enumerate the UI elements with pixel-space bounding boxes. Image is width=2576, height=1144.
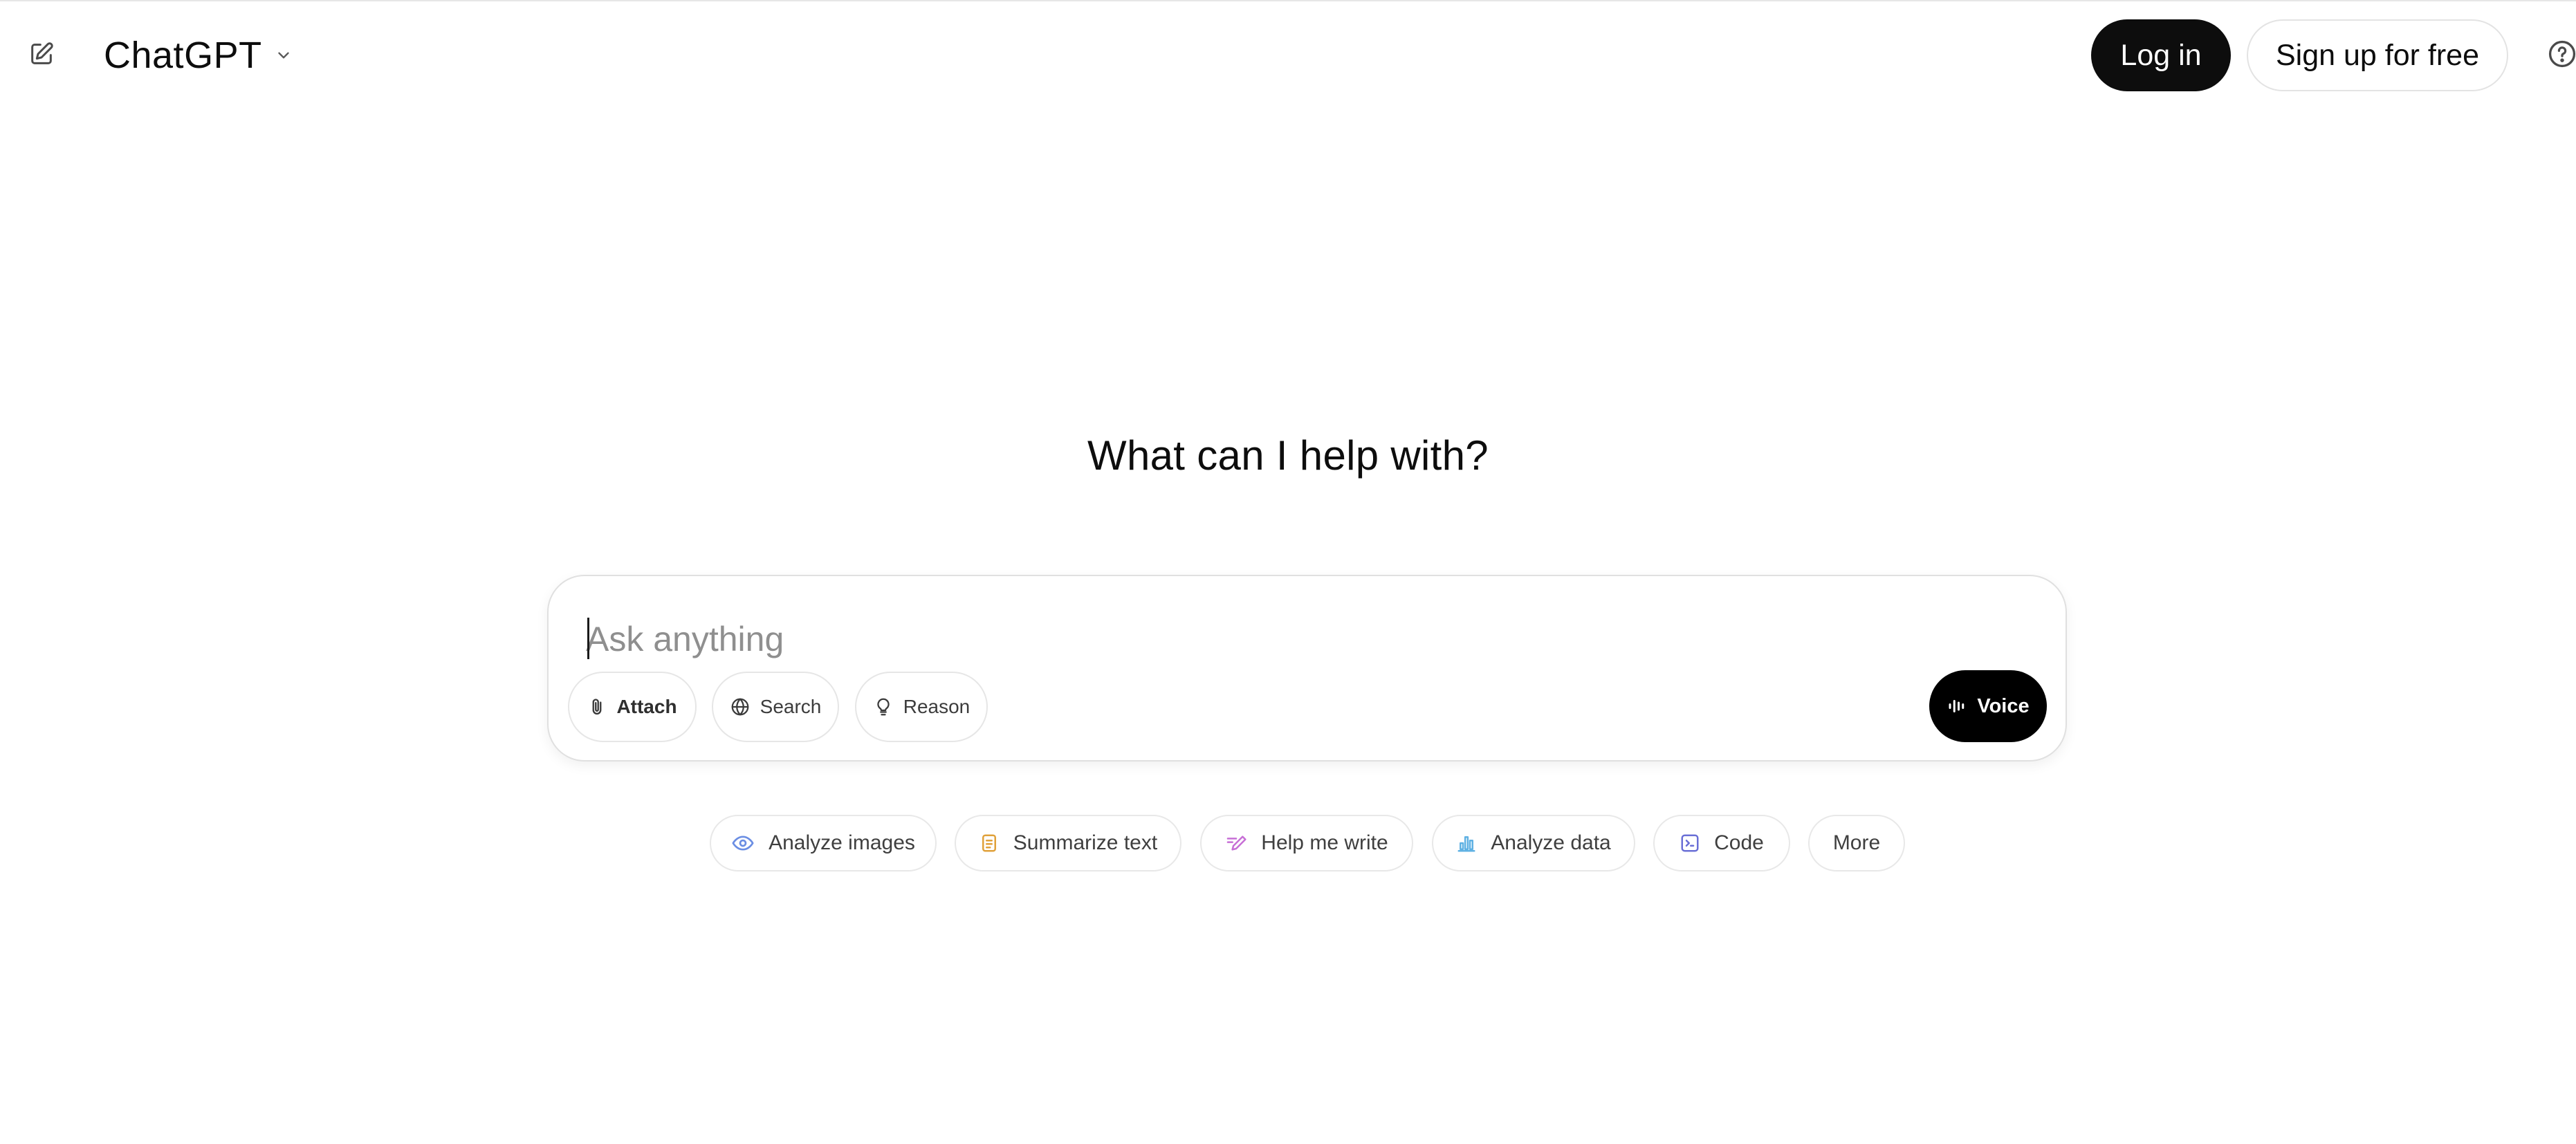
voice-button[interactable]: Voice xyxy=(1929,670,2047,742)
suggestion-analyze-data[interactable]: Analyze data xyxy=(1432,815,1635,871)
page-title: What can I help with? xyxy=(1087,432,1489,479)
pencil-square-icon xyxy=(28,40,55,68)
search-label: Search xyxy=(760,696,822,717)
suggestion-label: Analyze data xyxy=(1491,831,1611,854)
suggestion-label: Help me write xyxy=(1261,831,1388,854)
reason-label: Reason xyxy=(903,696,970,717)
globe-icon xyxy=(730,696,751,717)
search-button[interactable]: Search xyxy=(712,672,839,742)
top-border xyxy=(0,0,2576,1)
text-caret xyxy=(587,618,589,659)
reason-button[interactable]: Reason xyxy=(855,672,988,742)
login-button[interactable]: Log in xyxy=(2091,19,2231,91)
attach-button[interactable]: Attach xyxy=(568,672,697,742)
document-icon xyxy=(979,833,1000,854)
suggestion-label: Summarize text xyxy=(1013,831,1158,854)
model-name: ChatGPT xyxy=(104,35,262,76)
bar-chart-icon xyxy=(1456,833,1477,854)
chevron-down-icon xyxy=(275,46,293,64)
lightbulb-icon xyxy=(873,696,894,717)
paperclip-icon xyxy=(587,697,607,717)
suggestion-more[interactable]: More xyxy=(1808,815,1905,871)
suggestion-label: Code xyxy=(1714,831,1764,854)
waveform-icon xyxy=(1947,696,1967,717)
question-circle-icon xyxy=(2547,39,2576,69)
model-selector[interactable]: ChatGPT xyxy=(104,29,293,82)
suggestion-label: More xyxy=(1832,831,1881,854)
suggestion-label: Analyze images xyxy=(769,831,915,854)
prompt-composer: Attach Search Reason xyxy=(547,575,2067,762)
signup-button[interactable]: Sign up for free xyxy=(2247,19,2508,91)
suggestion-analyze-images[interactable]: Analyze images xyxy=(710,815,937,871)
eye-icon xyxy=(731,831,755,855)
code-icon xyxy=(1680,833,1700,854)
pen-icon xyxy=(1225,832,1247,854)
attach-label: Attach xyxy=(616,696,677,717)
prompt-input[interactable] xyxy=(586,615,1969,663)
suggestion-summarize-text[interactable]: Summarize text xyxy=(955,815,1181,871)
help-button[interactable] xyxy=(2547,39,2576,69)
suggestion-help-me-write[interactable]: Help me write xyxy=(1200,815,1413,871)
voice-label: Voice xyxy=(1977,694,2030,717)
new-chat-button[interactable] xyxy=(25,37,58,71)
suggestion-code[interactable]: Code xyxy=(1653,815,1790,871)
